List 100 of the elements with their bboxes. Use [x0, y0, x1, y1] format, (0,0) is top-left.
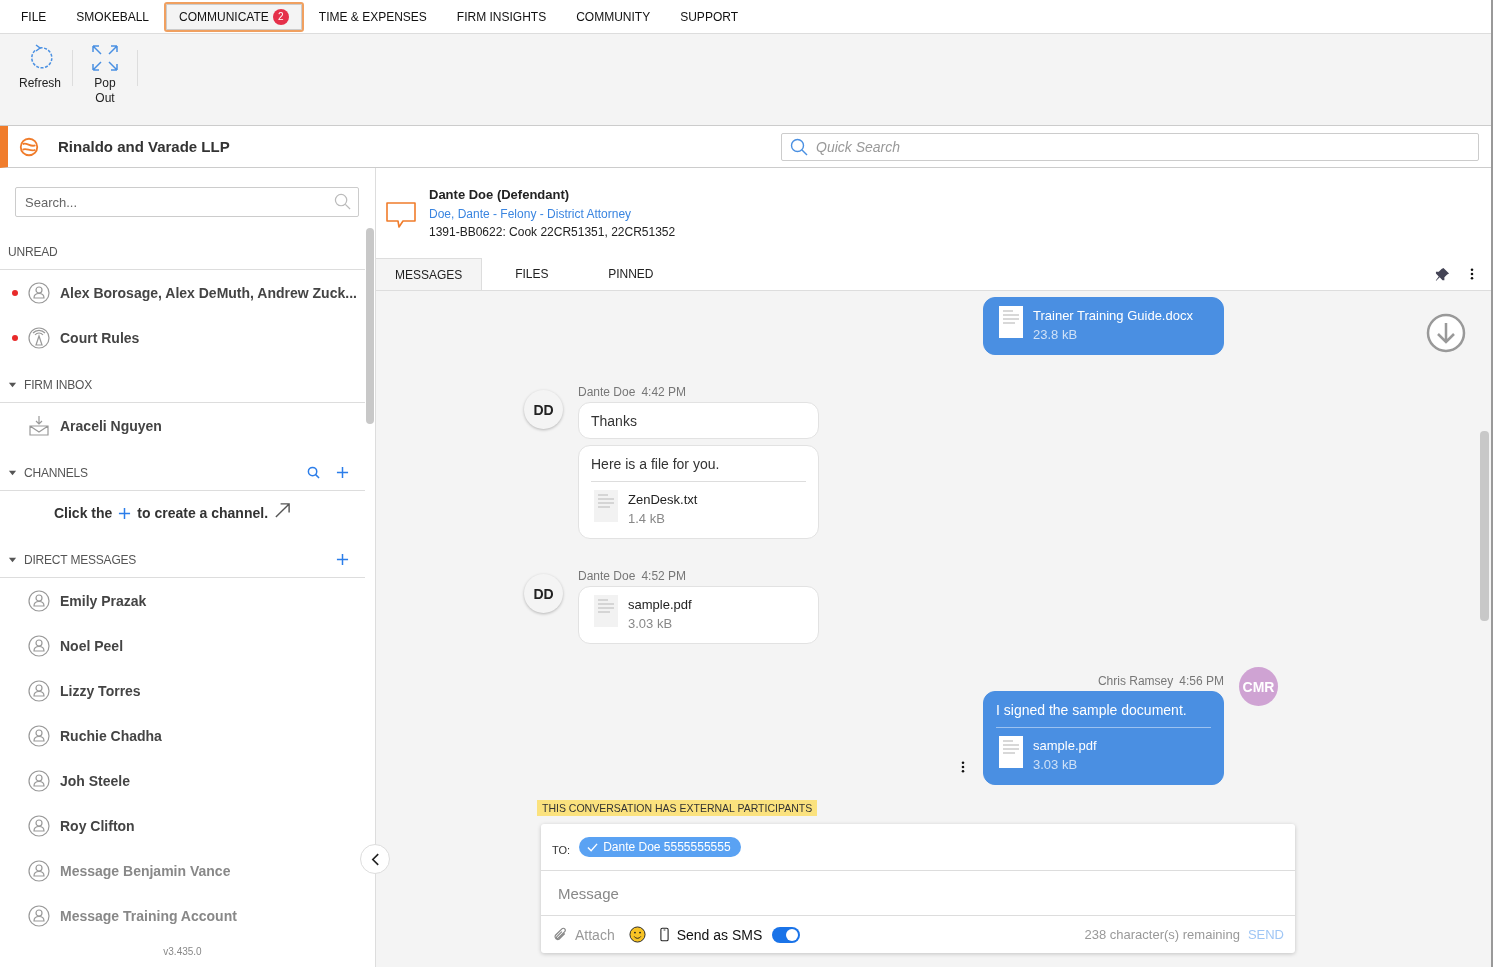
caret-icon[interactable]	[8, 468, 17, 477]
hint-text: to create a channel.	[137, 505, 269, 521]
conversation-tab[interactable]: MESSAGES	[376, 258, 483, 290]
conversation-tab[interactable]: PINNED	[581, 258, 681, 290]
search-icon	[790, 137, 808, 156]
menu-tab[interactable]: COMMUNITY	[561, 1, 666, 32]
menu-tab[interactable]: FIRM INSIGHTS	[441, 1, 562, 32]
emoji-icon[interactable]	[628, 926, 646, 943]
character-count: 238 character(s) remaining	[1084, 927, 1240, 942]
to-label: TO:	[552, 844, 571, 856]
search-icon[interactable]	[307, 466, 320, 479]
ribbon-button[interactable]: Refresh	[12, 44, 68, 91]
section-title[interactable]: CHANNELS	[24, 465, 88, 480]
scroll-down-icon[interactable]	[1426, 313, 1466, 353]
contact-name[interactable]: Ruchie Chadha	[60, 727, 162, 744]
add-icon[interactable]	[118, 506, 132, 520]
chat-bubble-icon	[385, 200, 417, 230]
sender-name: Dante Doe	[578, 569, 636, 583]
document-icon	[999, 736, 1023, 768]
message-field[interactable]: Message	[541, 871, 1295, 916]
user-avatar: CMR	[1239, 667, 1278, 706]
contact-name[interactable]: Message Training Account	[60, 907, 237, 924]
ribbon-button[interactable]: Pop Out	[77, 44, 133, 106]
count-badge: 2	[272, 8, 289, 25]
contact-name[interactable]: Lizzy Torres	[60, 682, 141, 699]
inbox-name[interactable]: Araceli Nguyen	[60, 417, 162, 434]
person-icon	[28, 281, 50, 304]
file-size: 23.8 kB	[1033, 326, 1079, 344]
search-field[interactable]: Search...	[15, 187, 359, 217]
contact-name[interactable]: Noel Peel	[60, 637, 124, 654]
person-icon	[28, 769, 50, 792]
person-icon	[28, 679, 50, 702]
sender-name: Chris Ramsey	[1097, 674, 1174, 688]
conversation-name[interactable]: Alex Borosage, Alex DeMuth, Andrew Zuck...	[60, 284, 357, 301]
external-notice: THIS CONVERSATION HAS EXTERNAL PARTICIPANTS	[537, 800, 818, 816]
user-avatar: DD	[524, 390, 563, 429]
expand-icon	[91, 44, 119, 72]
menu-tab[interactable]: SUPPORT	[665, 1, 753, 32]
contact-name[interactable]: Emily Prazak	[60, 592, 147, 609]
file-size: 3.03 kB	[1033, 756, 1079, 774]
chevron-left-icon	[370, 852, 380, 866]
person-icon	[28, 859, 50, 882]
user-avatar: DD	[524, 574, 563, 613]
pin-icon[interactable]	[1435, 266, 1450, 282]
matter-link[interactable]: Doe, Dante - Felony - District Attorney	[429, 204, 676, 223]
check-icon	[587, 841, 599, 853]
sms-toggle[interactable]	[772, 926, 801, 943]
message-text: Here is a file for you.	[591, 446, 806, 482]
person-icon	[28, 634, 50, 657]
firm-name: Rinaldo and Varade LLP	[58, 138, 230, 155]
message-composer[interactable]: TO: Dante Doe 5555555555 Message Attach Send as SMS 238 character(s) remaining SEND	[541, 824, 1295, 953]
menu-tab[interactable]: SMOKEBALL	[61, 1, 165, 32]
phone-icon	[659, 927, 669, 942]
file-name[interactable]: sample.pdf	[628, 595, 692, 614]
message-text: Thanks	[591, 412, 638, 431]
broadcast-icon	[28, 326, 50, 349]
message-text: I signed the sample document.	[996, 692, 1211, 728]
section-title[interactable]: DIRECT MESSAGES	[24, 552, 137, 567]
person-icon	[28, 904, 50, 927]
caret-icon[interactable]	[8, 380, 17, 389]
document-icon	[594, 595, 618, 627]
inbox-icon	[28, 414, 50, 437]
paperclip-icon	[552, 926, 568, 943]
section-title: UNREAD	[8, 244, 58, 259]
menu-tab[interactable]: COMMUNICATE 2	[164, 1, 304, 32]
more-options-icon[interactable]	[961, 761, 965, 773]
quick-search-field[interactable]: Quick Search	[781, 132, 1479, 161]
message-time: 4:52 PM	[641, 569, 687, 583]
section-title[interactable]: FIRM INBOX	[24, 377, 92, 392]
menu-tab[interactable]: FILE	[6, 1, 62, 32]
document-icon	[594, 490, 618, 522]
message-time: 4:42 PM	[641, 385, 687, 399]
scrollbar-thumb[interactable]	[1480, 431, 1489, 621]
scrollbar-thumb[interactable]	[366, 228, 374, 424]
sender-name: Dante Doe	[578, 385, 636, 399]
person-icon	[28, 814, 50, 837]
person-icon	[28, 589, 50, 612]
version-text: v3.435.0	[163, 946, 202, 957]
menu-tab[interactable]: TIME & EXPENSES	[303, 1, 442, 32]
collapse-button[interactable]	[360, 844, 390, 874]
contact-name[interactable]: Joh Steele	[60, 772, 131, 789]
person-icon	[28, 724, 50, 747]
search-icon	[334, 193, 351, 210]
file-name[interactable]: ZenDesk.txt	[628, 490, 698, 509]
caret-icon[interactable]	[8, 555, 17, 564]
document-icon	[999, 306, 1023, 338]
contact-name[interactable]: Roy Clifton	[60, 817, 135, 834]
matter-number: 1391-BB0622: Cook 22CR51351, 22CR51352	[429, 224, 676, 241]
contact-name[interactable]: Message Benjamin Vance	[60, 862, 231, 879]
message-time: 4:56 PM	[1179, 674, 1224, 688]
sms-label: Send as SMS	[676, 926, 763, 943]
add-icon[interactable]	[336, 553, 349, 566]
conversation-tab[interactable]: FILES	[482, 258, 582, 290]
arrow-icon	[274, 501, 292, 519]
hint-text: Click the	[53, 505, 113, 521]
more-options-icon[interactable]	[1470, 268, 1474, 280]
logo-icon	[18, 135, 40, 158]
conversation-title: Dante Doe (Defendant)	[429, 186, 571, 204]
conversation-name[interactable]: Court Rules	[60, 329, 140, 346]
add-icon[interactable]	[336, 466, 349, 479]
